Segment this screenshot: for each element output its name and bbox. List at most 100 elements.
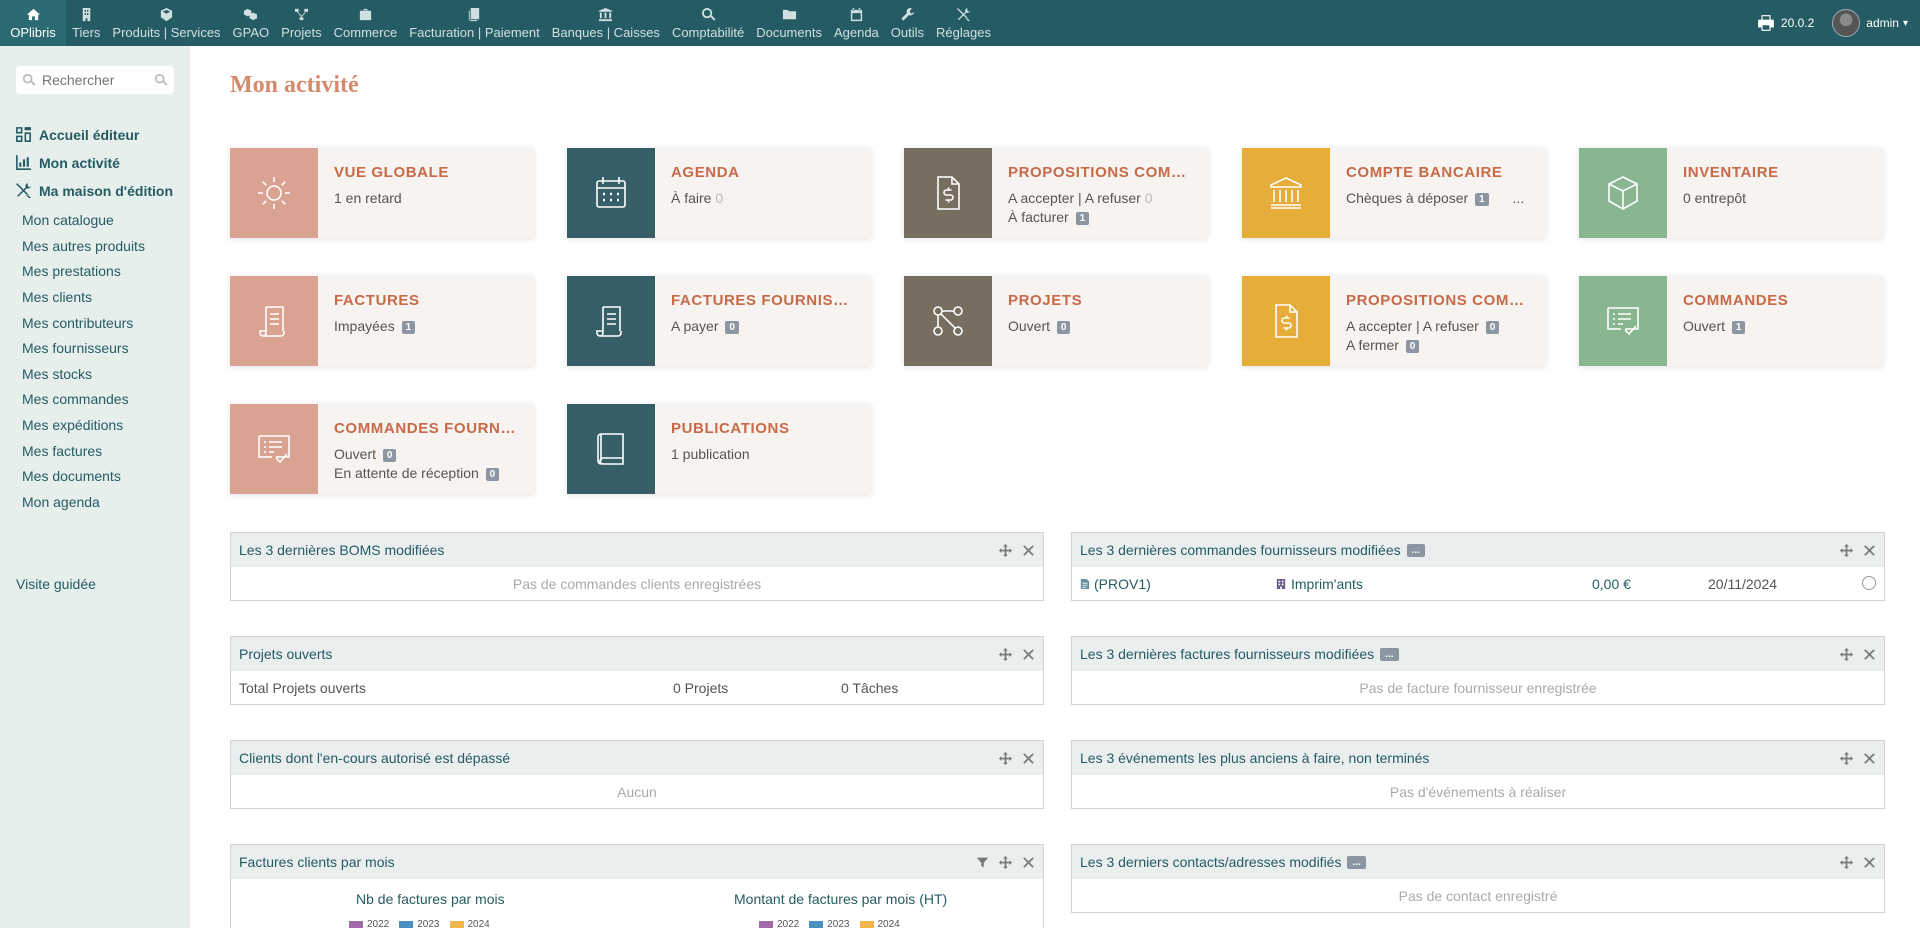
search-submit-icon[interactable] — [154, 73, 168, 87]
card-line: 1 publication — [671, 446, 790, 462]
card-propositions-1[interactable]: PROPOSITIONS COMMERCIALES A accepter | A… — [904, 148, 1208, 238]
widget-header: Les 3 événements les plus anciens à fair… — [1072, 741, 1884, 775]
close-icon[interactable] — [1022, 648, 1035, 661]
sidebar-item-contributeurs[interactable]: Mes contributeurs — [22, 315, 133, 331]
sidebar-item-expeditions[interactable]: Mes expéditions — [22, 417, 123, 433]
widget-empty-message: Pas de contact enregistré — [1398, 887, 1558, 904]
move-icon[interactable] — [999, 751, 1012, 765]
topnav-produits[interactable]: Produits | Services — [106, 0, 226, 46]
card-line: A accepter | A refuser 0 — [1346, 318, 1530, 334]
tasks-count[interactable]: 0 Tâches — [841, 680, 898, 696]
tools-icon — [16, 183, 31, 198]
more-dots[interactable]: ... — [1513, 190, 1525, 206]
document-icon — [1080, 578, 1090, 589]
sidebar-item-accueil-editeur[interactable]: Accueil éditeur — [15, 126, 139, 143]
close-icon[interactable] — [1863, 856, 1876, 869]
card-projets[interactable]: PROJETS Ouvert 0 — [904, 276, 1208, 366]
card-line-text: 1 publication — [671, 446, 750, 462]
count-badge: 0 — [1485, 321, 1500, 334]
order-ref-link[interactable]: (PROV1) — [1080, 576, 1151, 592]
sidebar-item-stocks[interactable]: Mes stocks — [22, 366, 92, 382]
close-icon[interactable] — [1022, 856, 1035, 869]
legend-item: 2024 — [449, 919, 490, 928]
topnav-banques[interactable]: Banques | Caisses — [546, 0, 666, 46]
print-button[interactable]: 20.0.2 — [1757, 14, 1814, 32]
sidebar-item-fournisseurs[interactable]: Mes fournisseurs — [22, 340, 129, 356]
card-title: PROPOSITIONS COMMERCIALES — [1346, 292, 1530, 309]
card-title: PROPOSITIONS COMMERCIALES — [1008, 164, 1192, 181]
topnav-tiers[interactable]: Tiers — [66, 0, 106, 46]
topnav-label: Commerce — [333, 25, 398, 40]
avatar[interactable] — [1832, 9, 1861, 37]
card-line-text: À faire — [671, 190, 712, 206]
move-icon[interactable] — [1840, 647, 1853, 661]
more-button[interactable]: ... — [1347, 855, 1366, 869]
search-input[interactable] — [42, 72, 152, 88]
sidebar-item-clients[interactable]: Mes clients — [22, 289, 92, 305]
filter-icon[interactable] — [976, 856, 989, 869]
projects-count[interactable]: 0 Projets — [673, 680, 728, 696]
topnav-agenda[interactable]: Agenda — [828, 0, 885, 46]
widget-header: Projets ouverts — [231, 637, 1043, 671]
card-inventaire[interactable]: INVENTAIRE 0 entrepôt — [1579, 148, 1883, 238]
sidebar-item-ma-maison[interactable]: Ma maison d'édition — [15, 182, 173, 199]
card-propositions-2[interactable]: PROPOSITIONS COMMERCIALES A accepter | A… — [1242, 276, 1546, 366]
close-icon[interactable] — [1863, 752, 1876, 765]
topnav-label: Tiers — [72, 25, 101, 40]
move-icon[interactable] — [999, 647, 1012, 661]
user-name[interactable]: admin — [1866, 16, 1899, 30]
visite-guidee-link[interactable]: Visite guidée — [16, 576, 96, 592]
sidebar-item-catalogue[interactable]: Mon catalogue — [22, 212, 114, 228]
card-commandes-fournisseur[interactable]: COMMANDES FOURNISSEUR Ouvert 0 En attent… — [230, 404, 534, 494]
topnav-commerce[interactable]: Commerce — [328, 0, 404, 46]
card-compte-bancaire[interactable]: COMPTE BANCAIRE Chèques à déposer 1 ... — [1242, 148, 1546, 238]
supplier-link[interactable]: Imprim'ants — [1276, 576, 1363, 592]
topnav-oplibris[interactable]: OPlibris — [0, 0, 66, 46]
move-icon[interactable] — [1840, 855, 1853, 869]
sidebar-item-prestations[interactable]: Mes prestations — [22, 263, 121, 279]
close-icon[interactable] — [1863, 648, 1876, 661]
card-commandes[interactable]: COMMANDES Ouvert 1 — [1579, 276, 1883, 366]
card-line: A fermer 0 — [1346, 337, 1530, 353]
card-publications[interactable]: PUBLICATIONS 1 publication — [567, 404, 871, 494]
topnav-label: Projets — [281, 25, 322, 40]
move-icon[interactable] — [1840, 751, 1853, 765]
topnav-outils[interactable]: Outils — [885, 0, 930, 46]
sidebar-item-mon-activite[interactable]: Mon activité — [15, 154, 120, 171]
project-icon — [904, 276, 992, 366]
chart-title-count: Nb de factures par mois — [356, 891, 505, 907]
card-title: COMMANDES FOURNISSEUR — [334, 420, 518, 437]
sidebar-item-commandes[interactable]: Mes commandes — [22, 391, 129, 407]
topnav-comptabilite[interactable]: Comptabilité — [666, 0, 750, 46]
chart-legend-amount: 2022 2023 2024 — [759, 919, 910, 928]
sidebar-item-documents[interactable]: Mes documents — [22, 468, 121, 484]
search-dollar-icon — [700, 6, 716, 22]
topnav-gpao[interactable]: GPAO — [227, 0, 276, 46]
sidebar-item-agenda[interactable]: Mon agenda — [22, 494, 100, 510]
sidebar-item-autres-produits[interactable]: Mes autres produits — [22, 238, 145, 254]
move-icon[interactable] — [999, 543, 1012, 557]
topnav-facturation[interactable]: Facturation | Paiement — [403, 0, 546, 46]
card-factures-fournisseur[interactable]: FACTURES FOURNISSEUR A payer 0 — [567, 276, 871, 366]
card-line-text: 1 en retard — [334, 190, 402, 206]
card-line: À faire 0 — [671, 190, 740, 206]
topnav-projets[interactable]: Projets — [275, 0, 327, 46]
sidebar-item-factures[interactable]: Mes factures — [22, 443, 102, 459]
chevron-down-icon[interactable]: ▾ — [1903, 18, 1908, 29]
more-button[interactable]: ... — [1406, 543, 1425, 557]
close-icon[interactable] — [1022, 544, 1035, 557]
move-icon[interactable] — [999, 855, 1012, 869]
more-button[interactable]: ... — [1380, 647, 1399, 661]
card-factures[interactable]: FACTURES Impayées 1 — [230, 276, 534, 366]
card-agenda[interactable]: AGENDA À faire 0 — [567, 148, 871, 238]
widget-projets-ouverts: Projets ouverts Total Projets ouverts 0 … — [230, 636, 1044, 705]
topnav-documents[interactable]: Documents — [750, 0, 828, 46]
sidebar-item-label: Mon activité — [39, 154, 120, 171]
move-icon[interactable] — [1840, 543, 1853, 557]
topnav-reglages[interactable]: Réglages — [930, 0, 997, 46]
close-icon[interactable] — [1863, 544, 1876, 557]
close-icon[interactable] — [1022, 752, 1035, 765]
card-vue-globale[interactable]: VUE GLOBALE 1 en retard — [230, 148, 534, 238]
briefcase-icon — [357, 6, 373, 22]
widget-clients-encours: Clients dont l'en-cours autorisé est dép… — [230, 740, 1044, 809]
